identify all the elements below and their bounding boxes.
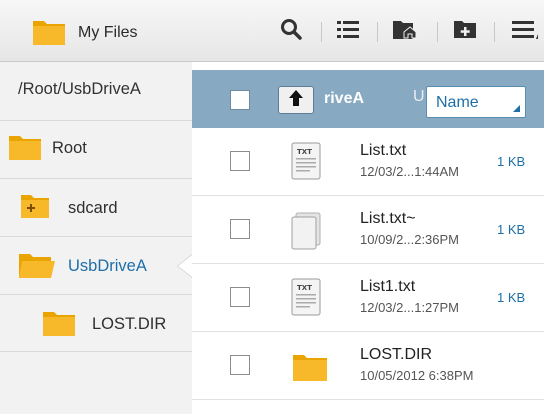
- txt-file-icon: TXT: [291, 142, 321, 185]
- tree-item-label: UsbDriveA: [68, 257, 147, 275]
- arrow-up-icon: [287, 89, 305, 112]
- file-row[interactable]: TXT List.txt 12/03/2...1:44AM 1 KB: [192, 128, 544, 196]
- sdcard-folder-icon: [20, 193, 50, 224]
- file-list-pane: riveA U Name TXT List.txt 12/03/2...1:44…: [192, 62, 544, 414]
- svg-text:TXT: TXT: [297, 148, 312, 156]
- folder-icon: [292, 352, 328, 387]
- header-path-fragment: U: [413, 88, 425, 105]
- list-view-button[interactable]: [333, 14, 363, 48]
- dropdown-corner-icon: [513, 105, 520, 112]
- tree-item-label: sdcard: [68, 199, 118, 217]
- file-date: 10/05/2012 6:38PM: [360, 368, 474, 383]
- row-checkbox[interactable]: [230, 287, 250, 307]
- new-folder-icon: [453, 19, 477, 44]
- toolbar-divider: [494, 22, 495, 42]
- tree-item-lost-dir[interactable]: LOST.DIR: [0, 294, 192, 352]
- tree-item-sdcard[interactable]: sdcard: [0, 178, 192, 236]
- select-all-checkbox[interactable]: [230, 90, 250, 110]
- folder-icon: [42, 309, 76, 342]
- txt-file-icon: TXT: [291, 278, 321, 321]
- list-view-icon: [337, 19, 359, 44]
- file-size: 1 KB: [497, 222, 526, 237]
- search-button[interactable]: [276, 14, 306, 48]
- app-title: My Files: [78, 24, 138, 41]
- home-folder-button[interactable]: [388, 14, 422, 48]
- tree-item-usbdrivea[interactable]: UsbDriveA: [0, 236, 192, 294]
- file-name: List1.txt: [360, 278, 416, 295]
- tree-item-root[interactable]: Root: [0, 120, 192, 178]
- file-name: List.txt: [360, 142, 407, 159]
- app-folder-icon: [32, 16, 66, 46]
- new-folder-button[interactable]: [450, 14, 480, 48]
- file-row[interactable]: LOST.DIR 10/05/2012 6:38PM: [192, 332, 544, 400]
- up-folder-button[interactable]: [278, 86, 314, 114]
- toolbar-divider: [437, 22, 438, 42]
- file-date: 12/03/2...1:27PM: [360, 300, 460, 315]
- file-row[interactable]: TXT List1.txt 12/03/2...1:27PM 1 KB: [192, 264, 544, 332]
- file-name: LOST.DIR: [360, 346, 433, 363]
- file-name: List.txt~: [360, 210, 416, 227]
- toolbar-divider: [377, 22, 378, 42]
- row-checkbox[interactable]: [230, 219, 250, 239]
- tree-item-label: Root: [52, 139, 87, 157]
- folder-tree-pane: /Root/UsbDriveA Root sdcard UsbDriveA LO…: [0, 62, 192, 414]
- sort-dropdown[interactable]: Name: [426, 86, 526, 118]
- more-menu-icon: [508, 18, 538, 45]
- generic-file-icon: [291, 212, 321, 255]
- current-path: /Root/UsbDriveA: [18, 80, 141, 98]
- sort-dropdown-value: Name: [436, 94, 479, 111]
- folder-icon: [8, 133, 42, 166]
- tree-item-label: LOST.DIR: [92, 315, 167, 333]
- action-bar: My Files: [0, 0, 544, 62]
- more-button[interactable]: [508, 14, 544, 48]
- search-icon: [280, 18, 302, 45]
- file-date: 10/09/2...2:36PM: [360, 232, 460, 247]
- file-date: 12/03/2...1:44AM: [360, 164, 460, 179]
- svg-text:TXT: TXT: [297, 284, 312, 292]
- row-checkbox[interactable]: [230, 355, 250, 375]
- usb-folder-icon: [18, 251, 56, 284]
- row-checkbox[interactable]: [230, 151, 250, 171]
- file-size: 1 KB: [497, 290, 526, 305]
- file-size: 1 KB: [497, 154, 526, 169]
- header-path-label: riveA: [324, 90, 365, 107]
- list-header-bar: riveA U Name: [192, 70, 544, 128]
- toolbar-divider: [321, 22, 322, 42]
- selection-pointer-fill: [178, 255, 192, 277]
- file-row[interactable]: List.txt~ 10/09/2...2:36PM 1 KB: [192, 196, 544, 264]
- home-folder-icon: [392, 18, 418, 45]
